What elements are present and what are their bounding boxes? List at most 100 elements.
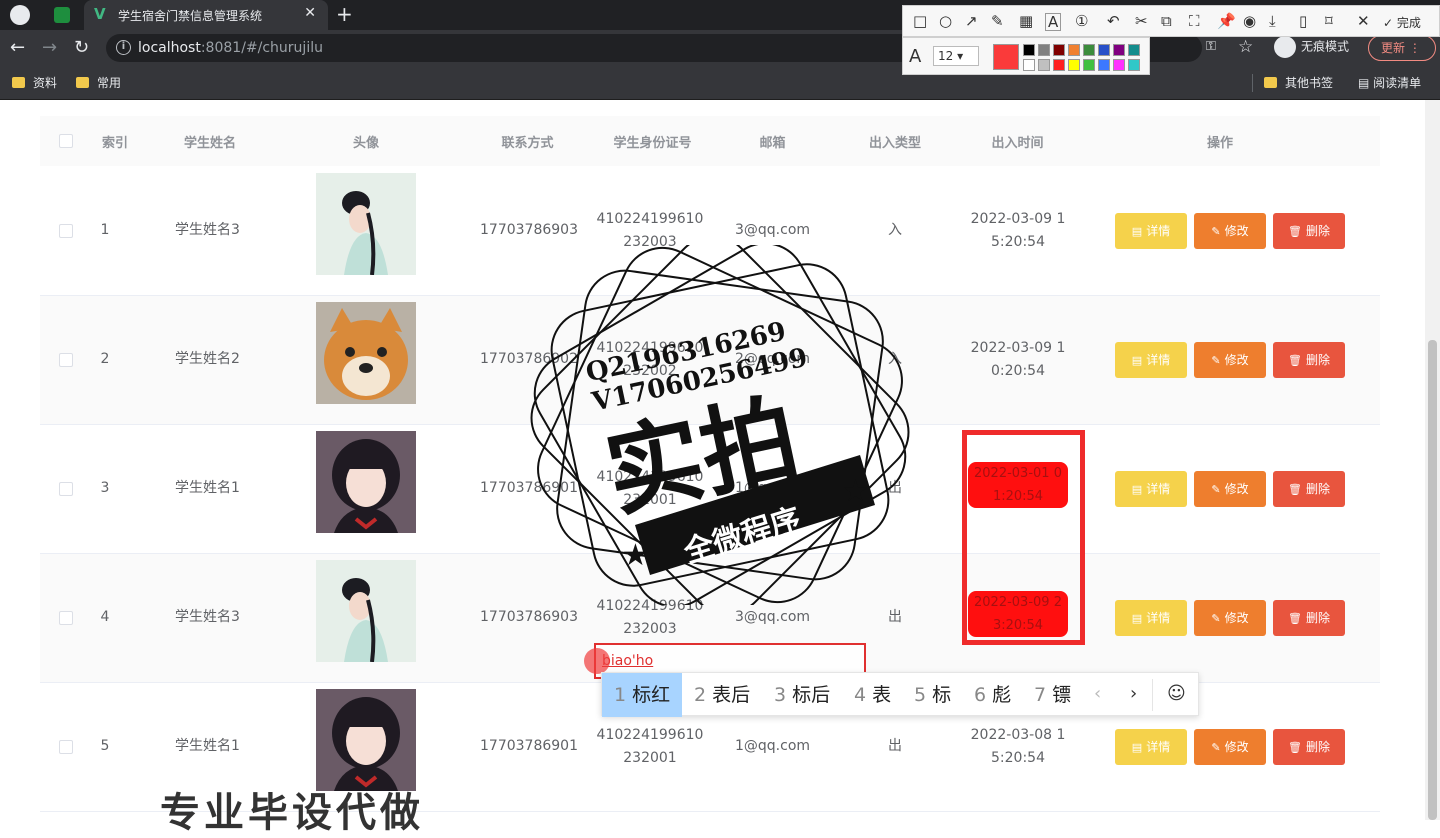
edit-button[interactable]: ✎ 修改	[1194, 471, 1266, 507]
color-swatch[interactable]	[1083, 59, 1095, 71]
row-checkbox[interactable]	[59, 611, 73, 625]
ime-candidate[interactable]: 7镖	[1022, 673, 1082, 717]
color-swatch[interactable]	[1053, 59, 1065, 71]
ime-candidate[interactable]: 1 标红	[602, 673, 682, 717]
record-icon[interactable]: ◉	[1243, 13, 1256, 29]
delete-button[interactable]: 🗑 删除	[1273, 213, 1345, 249]
current-color-swatch[interactable]	[993, 44, 1019, 70]
bookmark-folder-changyong[interactable]: 常用	[76, 74, 121, 91]
phone-icon[interactable]: ▯	[1299, 13, 1307, 29]
color-swatch[interactable]	[1038, 44, 1050, 56]
color-swatch[interactable]	[1113, 44, 1125, 56]
bookmark-folder-ziliao[interactable]: 资料	[12, 74, 57, 91]
edit-icon: ✎	[1211, 741, 1221, 754]
delete-button[interactable]: 🗑 删除	[1273, 342, 1345, 378]
tab-active[interactable]: V 学生宿舍门禁信息管理系统 ✕	[84, 0, 328, 30]
folder-icon	[76, 77, 89, 88]
student-avatar	[316, 302, 416, 404]
reload-icon[interactable]: ↻	[74, 37, 89, 58]
new-tab-button[interactable]: +	[336, 2, 353, 26]
detail-button[interactable]: ▤ 详情	[1115, 729, 1187, 765]
cell-name: 学生姓名1	[175, 480, 240, 496]
scrollbar-thumb[interactable]	[1428, 340, 1437, 820]
detail-button[interactable]: ▤ 详情	[1115, 471, 1187, 507]
edit-icon: ✎	[1211, 354, 1221, 367]
cell-time: 2022-03-09 1 5:20:54	[970, 211, 1066, 250]
detail-button[interactable]: ▤ 详情	[1115, 342, 1187, 378]
cell-phone: 17703786903	[480, 222, 578, 238]
app-tab-icon[interactable]	[54, 7, 70, 23]
close-icon[interactable]: ✕	[1357, 13, 1370, 29]
scan-icon[interactable]: ⛶	[1189, 13, 1200, 29]
undo-icon[interactable]: ↶	[1107, 13, 1120, 29]
color-swatch[interactable]	[1023, 44, 1035, 56]
forward-icon[interactable]: →	[42, 37, 57, 58]
cut-icon[interactable]: ✂	[1135, 13, 1148, 29]
bookmark-icon[interactable]: ⌑	[1325, 13, 1333, 29]
reading-list[interactable]: ▤ 阅读清单	[1358, 74, 1421, 91]
color-swatch[interactable]	[1053, 44, 1065, 56]
edit-button[interactable]: ✎ 修改	[1194, 213, 1266, 249]
select-all-checkbox[interactable]	[59, 134, 73, 148]
update-button[interactable]: 更新 ⋮	[1368, 35, 1436, 61]
done-button[interactable]: ✓ 完成	[1383, 14, 1421, 31]
ime-candidate[interactable]: 4表	[842, 673, 902, 717]
mosaic-icon[interactable]: ▦	[1019, 13, 1033, 29]
delete-button[interactable]: 🗑 删除	[1273, 471, 1345, 507]
ime-candidate[interactable]: 6彪	[962, 673, 1022, 717]
tab-close-icon[interactable]: ✕	[304, 5, 316, 21]
color-swatch[interactable]	[1038, 59, 1050, 71]
edit-button[interactable]: ✎ 修改	[1194, 342, 1266, 378]
color-swatch[interactable]	[1083, 44, 1095, 56]
arrow-icon[interactable]: ↗	[965, 13, 978, 29]
text-icon[interactable]: A	[1045, 13, 1062, 31]
delete-button[interactable]: 🗑 删除	[1273, 729, 1345, 765]
number-icon[interactable]: ①	[1075, 13, 1088, 29]
download-icon[interactable]: ⤓	[1269, 13, 1276, 29]
row-checkbox[interactable]	[59, 482, 73, 496]
emoji-icon[interactable]: ☺	[1167, 683, 1186, 704]
rect-icon[interactable]: □	[913, 13, 927, 29]
color-swatch[interactable]	[1023, 59, 1035, 71]
key-icon[interactable]: ⚿	[1206, 39, 1216, 54]
globe-icon[interactable]	[10, 5, 30, 25]
highlight-time-row3: 2022-03-01 0 1:20:54	[968, 462, 1068, 508]
color-swatch[interactable]	[1128, 59, 1140, 71]
color-swatch[interactable]	[1068, 44, 1080, 56]
ime-candidate[interactable]: 3 标后	[762, 673, 842, 717]
color-swatch[interactable]	[1098, 59, 1110, 71]
edit-button[interactable]: ✎ 修改	[1194, 729, 1266, 765]
bookmark-folder-other[interactable]: 其他书签	[1264, 74, 1333, 91]
pin-icon[interactable]: 📌	[1217, 13, 1236, 29]
color-swatch[interactable]	[1113, 59, 1125, 71]
ime-prev-icon[interactable]: ‹	[1094, 683, 1101, 704]
color-swatch[interactable]	[1068, 59, 1080, 71]
edit-icon: ✎	[1211, 225, 1221, 238]
copy-icon[interactable]: ⧉	[1161, 13, 1172, 29]
cell-phone: 17703786903	[480, 609, 578, 625]
detail-button[interactable]: ▤ 详情	[1115, 213, 1187, 249]
cell-index: 5	[100, 738, 110, 754]
row-checkbox[interactable]	[59, 353, 73, 367]
row-checkbox[interactable]	[59, 224, 73, 238]
edit-button[interactable]: ✎ 修改	[1194, 600, 1266, 636]
pen-icon[interactable]: ✎	[991, 13, 1004, 29]
detail-button[interactable]: ▤ 详情	[1115, 600, 1187, 636]
back-icon[interactable]: ←	[10, 37, 25, 58]
cell-idcard: 410224199610 232001	[596, 727, 704, 766]
incognito-indicator[interactable]: 无痕模式	[1274, 36, 1349, 58]
color-swatch[interactable]	[1128, 44, 1140, 56]
info-icon[interactable]: i	[116, 40, 131, 55]
ime-candidate[interactable]: 2 表后	[682, 673, 762, 717]
screenshot-toolbar: □ ○ ↗ ✎ ▦ A ① ↶ ✂ ⧉ ⛶ 📌 ◉ ⤓ ▯ ⌑ ✕ ✓ 完成	[902, 5, 1440, 37]
delete-button[interactable]: 🗑 删除	[1273, 600, 1345, 636]
star-icon[interactable]: ☆	[1238, 37, 1253, 57]
ime-next-icon[interactable]: ›	[1130, 683, 1137, 704]
row-checkbox[interactable]	[59, 740, 73, 754]
font-size-select[interactable]: 12 ▾	[933, 46, 979, 66]
ime-candidate[interactable]: 5标	[902, 673, 962, 717]
watermark-bottom-text: 专业毕设代做	[160, 790, 424, 836]
ellipse-icon[interactable]: ○	[939, 13, 952, 29]
cell-name: 学生姓名3	[175, 222, 240, 238]
color-swatch[interactable]	[1098, 44, 1110, 56]
